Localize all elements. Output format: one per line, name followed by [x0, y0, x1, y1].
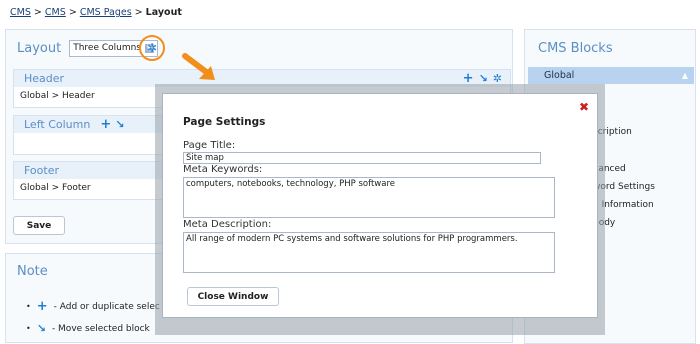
breadcrumb-current: Layout — [145, 7, 182, 18]
layout-select-value: Three Columns — [73, 43, 141, 53]
chevron-up-icon: ▲ — [681, 71, 688, 80]
add-icon: + — [36, 299, 48, 314]
meta-keywords-textarea[interactable]: computers, notebooks, technology, PHP so… — [183, 177, 555, 218]
note-line-add-text: - Add or duplicate selec — [53, 301, 160, 312]
note-title: Note — [17, 264, 48, 279]
meta-description-label: Meta Description: — [183, 219, 272, 230]
cms-blocks-group-global[interactable]: Global ▲ — [528, 67, 694, 84]
page-settings-icon[interactable]: ✲ — [147, 41, 157, 55]
add-icon[interactable]: + — [100, 118, 111, 131]
save-button[interactable]: Save — [13, 216, 65, 235]
page-settings-dialog: ✖ Page Settings Page Title: Site map Met… — [162, 93, 598, 318]
highlight-circle: ✲ — [139, 35, 165, 61]
note-line-add: • + - Add or duplicate selec — [26, 299, 160, 314]
note-line-move: • ↘ - Move selected block — [26, 322, 150, 335]
move-arrow-icon: ↘ — [36, 322, 46, 335]
section-header-title: Header — [24, 72, 65, 85]
breadcrumb: CMS > CMS > CMS Pages > Layout — [10, 7, 182, 18]
breadcrumb-separator: > — [134, 7, 143, 18]
cms-blocks-title: CMS Blocks — [538, 41, 613, 56]
page-title-input[interactable]: Site map — [183, 152, 541, 164]
close-window-button[interactable]: Close Window — [187, 287, 279, 306]
breadcrumb-link-cms-2[interactable]: CMS — [45, 7, 66, 18]
breadcrumb-link-cms[interactable]: CMS — [10, 7, 31, 18]
dialog-title: Page Settings — [183, 116, 266, 128]
meta-description-textarea[interactable]: All range of modern PC systems and softw… — [183, 232, 555, 273]
note-line-move-text: - Move selected block — [51, 323, 150, 334]
section-left-column-title: Left Column — [24, 118, 91, 131]
layout-title: Layout — [17, 41, 62, 56]
breadcrumb-separator: > — [68, 7, 77, 18]
section-footer-title: Footer — [24, 164, 59, 177]
close-icon[interactable]: ✖ — [579, 100, 589, 114]
meta-keywords-label: Meta Keywords: — [183, 164, 263, 175]
page-title-label: Page Title: — [183, 140, 236, 151]
breadcrumb-separator: > — [33, 7, 42, 18]
move-arrow-icon[interactable]: ↘ — [115, 118, 124, 131]
pointer-arrow-icon — [182, 53, 215, 80]
breadcrumb-link-cms-pages[interactable]: CMS Pages — [80, 7, 132, 18]
cms-blocks-group-label: Global — [544, 70, 575, 81]
